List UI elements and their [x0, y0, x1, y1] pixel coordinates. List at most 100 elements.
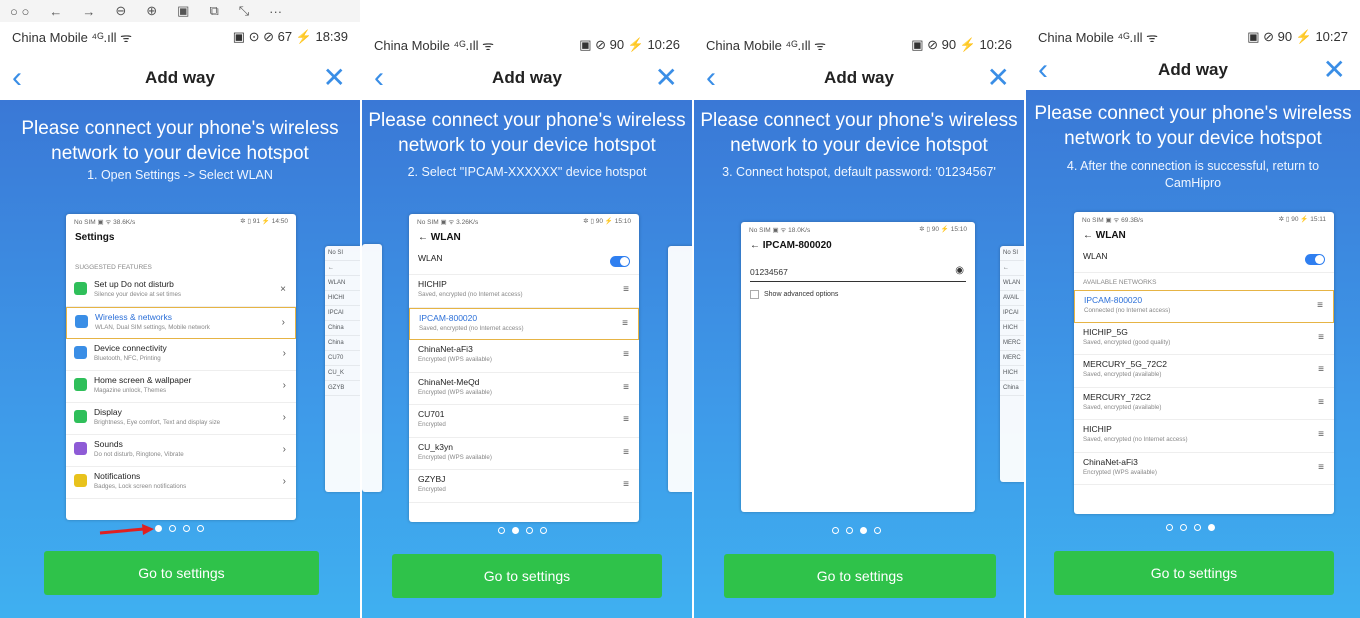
wifi-network-row[interactable]: ChinaNet-MeQd Encrypted (WPS available) ≡: [409, 373, 639, 405]
go-to-settings-button[interactable]: Go to settings: [724, 554, 996, 598]
settings-row[interactable]: Device connectivity Bluetooth, NFC, Print…: [66, 339, 296, 371]
wifi-icon: ≡: [1318, 396, 1324, 408]
settings-row[interactable]: Home screen & wallpaper Magazine unlock, …: [66, 371, 296, 403]
close-icon[interactable]: ✕: [1323, 56, 1346, 84]
setting-icon: [75, 315, 88, 328]
instruction-heading: Please connect your phone's wireless net…: [1034, 103, 1352, 149]
wifi-network-row[interactable]: GZYBJ Encrypted ≡: [409, 470, 639, 503]
settings-row[interactable]: Wireless & networks WLAN, Dual SIM settin…: [66, 307, 296, 339]
wifi-network-row[interactable]: ChinaNet-aFi3 Encrypted (WPS available) ≡: [1074, 453, 1334, 485]
page-title: Add way: [824, 68, 894, 87]
wlan-toggle[interactable]: [610, 256, 630, 267]
peek-text: ←: [325, 261, 360, 276]
page-dot: [526, 527, 533, 534]
wifi-network-row-subtitle: Connected (no Internet access): [1084, 307, 1171, 314]
settings-row[interactable]: Set up Do not disturb Silence your device…: [66, 275, 296, 307]
peek-text: China: [325, 336, 360, 351]
chevron-right-icon: ›: [282, 444, 286, 455]
settings-row-title: Device connectivity: [94, 343, 167, 353]
chevron-right-icon: ›: [282, 476, 286, 487]
page-dot: [832, 527, 839, 534]
chevron-right-icon: ×: [280, 284, 286, 295]
wifi-network-row-subtitle: Encrypted: [418, 486, 446, 493]
wifi-icon: ≡: [1318, 461, 1324, 473]
go-to-settings-button[interactable]: Go to settings: [392, 554, 662, 598]
close-icon[interactable]: ✕: [323, 64, 346, 92]
next-screen-peek: [668, 246, 692, 492]
wifi-network-row[interactable]: HICHIP_5G Saved, encrypted (good quality)…: [1074, 323, 1334, 355]
panel-step-3: China Mobile ⁴ᴳ.ıll ᯤ ▣ ⊘ 90 ⚡ 10:26 ‹ A…: [694, 0, 1024, 618]
page-dot: [498, 527, 505, 534]
mini-status-left: No SIM ▣ ᯤ 18.0K/s: [749, 227, 811, 234]
carrier-label: China Mobile ⁴ᴳ.ıll ᯤ: [706, 38, 827, 53]
wifi-network-row[interactable]: HICHIP Saved, encrypted (no Internet acce…: [1074, 420, 1334, 453]
hotspot-title: ← IPCAM-800020: [750, 240, 832, 251]
wifi-network-row[interactable]: HICHIP Saved, encrypted (no Internet acce…: [409, 275, 639, 308]
wifi-icon: ≡: [623, 381, 629, 393]
wifi-network-row-subtitle: Saved, encrypted (no Internet access): [418, 291, 523, 298]
wlan-toggle-label: WLAN: [1083, 251, 1108, 261]
password-field[interactable]: 01234567 ◉: [750, 265, 966, 282]
wlan-toggle-row[interactable]: WLAN: [1074, 247, 1334, 273]
go-to-settings-button[interactable]: Go to settings: [1054, 551, 1334, 595]
settings-row-title: Set up Do not disturb: [94, 279, 174, 289]
wifi-network-row[interactable]: CU_k3yn Encrypted (WPS available) ≡: [409, 438, 639, 470]
peek-text: China: [325, 321, 360, 336]
instruction-heading: Please connect your phone's wireless net…: [700, 110, 1018, 156]
page-indicator: [832, 527, 881, 534]
wifi-network-row-subtitle: Encrypted: [418, 421, 446, 428]
wifi-network-row-title: IPCAM-800020: [1084, 295, 1143, 305]
wlan-title-text: WLAN: [430, 232, 461, 243]
setting-icon: [74, 282, 87, 295]
wifi-icon: ≡: [623, 284, 629, 295]
password-value: 01234567: [750, 267, 788, 277]
wifi-network-row-subtitle: Saved, encrypted (good quality): [1083, 338, 1171, 346]
peek-text: CU70: [325, 351, 360, 366]
page-title: Add way: [145, 68, 215, 87]
wlan-toggle-row[interactable]: WLAN: [409, 249, 639, 275]
next-screen-peek: No SI ← WLAN AVAIL IPCAI HICH MERC MERC HICH Chin…: [1000, 246, 1024, 482]
page-title: Add way: [1158, 60, 1228, 79]
page-dot: [183, 525, 190, 532]
wifi-network-row[interactable]: IPCAM-800020 Connected (no Internet acces…: [1074, 290, 1334, 323]
wifi-network-row-title: ChinaNet-MeQd: [418, 376, 480, 387]
settings-row-subtitle: Silence your device at set times: [94, 291, 182, 298]
step-text: 4. After the connection is successful, r…: [1066, 159, 1320, 190]
settings-row-title: Sounds: [94, 439, 123, 449]
wifi-network-row[interactable]: IPCAM-800020 Saved, encrypted (no Interne…: [409, 307, 639, 340]
settings-row[interactable]: Display Brightness, Eye comfort, Text and…: [66, 403, 296, 435]
wlan-toggle[interactable]: [1305, 254, 1325, 265]
page-dot: [155, 525, 162, 532]
peek-text: IPCAI: [1000, 306, 1024, 321]
advanced-options[interactable]: Show advanced options: [750, 290, 966, 299]
mini-status-left: No SIM ▣ ᯤ 69.3B/s: [1082, 217, 1144, 224]
wifi-network-row[interactable]: MERCURY_5G_72C2 Saved, encrypted (availab…: [1074, 355, 1334, 388]
page-dot: [540, 527, 547, 534]
wifi-icon: ≡: [622, 317, 628, 329]
show-password-icon[interactable]: ◉: [955, 265, 964, 276]
wifi-icon: ≡: [1318, 429, 1324, 440]
wifi-network-row[interactable]: CU701 Encrypted ≡: [409, 405, 639, 438]
mini-status-bar: No SIM ▣ ᯤ 69.3B/s ✲ ▯ 90 ⚡ 15:11: [1074, 212, 1334, 227]
wlan-toggle-label: WLAN: [418, 253, 443, 263]
settings-row-title: Notifications: [94, 471, 141, 481]
chevron-right-icon: ›: [282, 380, 286, 391]
settings-row[interactable]: Notifications Badges, Lock screen notific…: [66, 467, 296, 499]
nav-bar: ‹ Add way ✕: [0, 60, 360, 98]
section-label: SUGGESTED FEATURES: [75, 264, 152, 271]
settings-row[interactable]: Sounds Do not disturb, Ringtone, Vibrate ›: [66, 435, 296, 467]
carrier-label: China Mobile ⁴ᴳ.ıll ᯤ: [1038, 30, 1159, 45]
wifi-network-row[interactable]: MERCURY_72C2 Saved, encrypted (available)…: [1074, 388, 1334, 420]
go-to-settings-button[interactable]: Go to settings: [44, 551, 319, 595]
status-icons: ▣ ⊙ ⊘ 67 ⚡ 18:39: [232, 29, 348, 44]
checkbox-icon[interactable]: [750, 290, 759, 299]
wifi-network-row-title: HICHIP: [418, 279, 447, 289]
setting-icon: [74, 474, 87, 487]
mini-status-bar: No SIM ▣ ᯤ 38.6K/s ✲ ▯ 91 ⚡ 14:50: [66, 214, 296, 229]
nav-bar: ‹ Add way ✕: [1026, 52, 1360, 90]
close-icon[interactable]: ✕: [655, 64, 678, 92]
close-icon[interactable]: ✕: [987, 64, 1010, 92]
instruction-heading: Please connect your phone's wireless net…: [368, 110, 686, 156]
mini-status-bar: No SIM ▣ ᯤ 3.26K/s ✲ ▯ 90 ⚡ 15:10: [409, 214, 639, 229]
wifi-network-row[interactable]: ChinaNet-aFi3 Encrypted (WPS available) ≡: [409, 340, 639, 373]
